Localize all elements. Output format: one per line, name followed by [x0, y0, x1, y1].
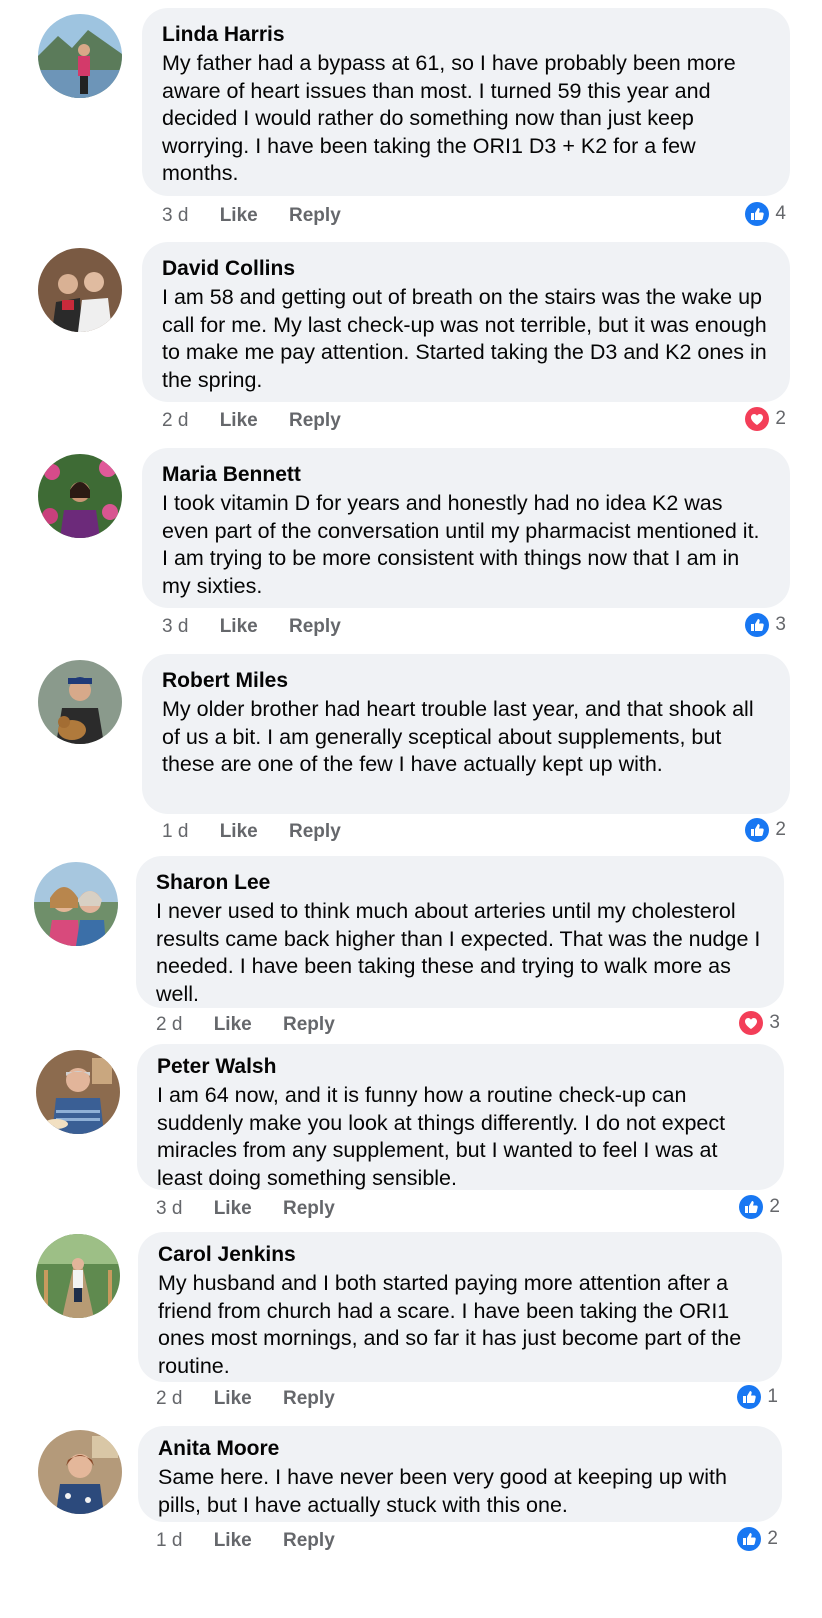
comment-text: I took vitamin D for years and honestly … [162, 491, 760, 598]
avatar-photo [36, 1234, 120, 1318]
reply-button[interactable]: Reply [289, 410, 341, 431]
reaction-count: 3 [775, 614, 786, 635]
like-button[interactable]: Like [214, 1014, 252, 1035]
reaction-summary[interactable]: 4 [745, 201, 786, 227]
comment-time: 1 d [156, 1530, 183, 1551]
comment-actions: 3 d Like Reply [162, 203, 367, 229]
comment-time: 2 d [156, 1014, 183, 1035]
comment-time: 3 d [162, 205, 189, 226]
comment-actions: 3 d Like Reply [156, 1196, 361, 1222]
avatar[interactable] [38, 248, 122, 332]
reaction-count: 1 [767, 1386, 778, 1407]
reaction-count: 3 [769, 1012, 780, 1033]
reaction-count: 2 [767, 1528, 778, 1549]
reaction-summary[interactable]: 1 [737, 1384, 778, 1410]
reply-button[interactable]: Reply [283, 1014, 335, 1035]
comment-time: 2 d [156, 1388, 183, 1409]
comment-bubble: David Collins I am 58 and getting out of… [142, 242, 790, 402]
avatar[interactable] [34, 862, 118, 946]
comment-bubble: Sharon Lee I never used to think much ab… [136, 856, 784, 1008]
comment-actions: 2 d Like Reply [162, 408, 367, 434]
comment-actions: 2 d Like Reply [156, 1386, 361, 1412]
comment-bubble: Carol Jenkins My husband and I both star… [138, 1232, 782, 1382]
reply-button[interactable]: Reply [289, 205, 341, 226]
like-button[interactable]: Like [220, 821, 258, 842]
avatar[interactable] [38, 660, 122, 744]
avatar[interactable] [36, 1050, 120, 1134]
avatar-photo [38, 248, 122, 332]
like-icon [737, 1527, 762, 1551]
avatar-photo [38, 454, 122, 538]
comment-author[interactable]: David Collins [162, 254, 770, 284]
reply-button[interactable]: Reply [289, 616, 341, 637]
comment-time: 3 d [156, 1198, 183, 1219]
avatar[interactable] [36, 1234, 120, 1318]
reaction-count: 2 [769, 1196, 780, 1217]
reaction-summary[interactable]: 3 [739, 1010, 780, 1036]
like-button[interactable]: Like [214, 1198, 252, 1219]
comment-bubble: Peter Walsh I am 64 now, and it is funny… [137, 1044, 784, 1190]
like-icon [745, 818, 770, 842]
like-icon [745, 202, 770, 226]
like-button[interactable]: Like [220, 205, 258, 226]
like-button[interactable]: Like [214, 1530, 252, 1551]
comment-bubble: Maria Bennett I took vitamin D for years… [142, 448, 790, 608]
comment-text: My older brother had heart trouble last … [162, 697, 754, 776]
avatar-photo [38, 14, 122, 98]
like-icon [737, 1385, 762, 1409]
comment-text: I am 64 now, and it is funny how a routi… [157, 1083, 726, 1190]
comment-author[interactable]: Sharon Lee [156, 868, 764, 898]
reply-button[interactable]: Reply [283, 1388, 335, 1409]
reaction-summary[interactable]: 2 [745, 406, 786, 432]
comment-author[interactable]: Anita Moore [158, 1434, 762, 1464]
love-icon [745, 407, 770, 431]
reply-button[interactable]: Reply [283, 1198, 335, 1219]
comment-author[interactable]: Linda Harris [162, 20, 770, 50]
like-button[interactable]: Like [220, 410, 258, 431]
comment-time: 1 d [162, 821, 189, 842]
avatar-photo [38, 660, 122, 744]
comment-time: 3 d [162, 616, 189, 637]
comment-text: My husband and I both started paying mor… [158, 1271, 742, 1378]
comment-bubble: Robert Miles My older brother had heart … [142, 654, 790, 814]
comment-text: I never used to think much about arterie… [156, 899, 761, 1006]
avatar[interactable] [38, 14, 122, 98]
comment-text: Same here. I have never been very good a… [158, 1465, 727, 1517]
comment-bubble: Linda Harris My father had a bypass at 6… [142, 8, 790, 196]
comment-actions: 2 d Like Reply [156, 1012, 361, 1038]
avatar[interactable] [38, 454, 122, 538]
reaction-count: 4 [775, 203, 786, 224]
like-icon [739, 1195, 764, 1219]
love-icon [739, 1011, 764, 1035]
like-icon [745, 613, 770, 637]
reply-button[interactable]: Reply [283, 1530, 335, 1551]
comment-text: I am 58 and getting out of breath on the… [162, 285, 767, 392]
comment-actions: 3 d Like Reply [162, 614, 367, 640]
comment-author[interactable]: Robert Miles [162, 666, 770, 696]
comment-actions: 1 d Like Reply [156, 1528, 361, 1554]
comment-thread: Linda Harris My father had a bypass at 6… [0, 0, 822, 1618]
avatar-photo [36, 1050, 120, 1134]
comment-author[interactable]: Peter Walsh [157, 1052, 764, 1082]
like-button[interactable]: Like [214, 1388, 252, 1409]
reply-button[interactable]: Reply [289, 821, 341, 842]
avatar-photo [34, 862, 118, 946]
comment-text: My father had a bypass at 61, so I have … [162, 51, 736, 185]
comment-bubble: Anita Moore Same here. I have never been… [138, 1426, 782, 1522]
reaction-summary[interactable]: 2 [737, 1526, 778, 1552]
avatar-photo [38, 1430, 122, 1514]
reaction-summary[interactable]: 2 [739, 1194, 780, 1220]
comment-author[interactable]: Carol Jenkins [158, 1240, 762, 1270]
reaction-summary[interactable]: 3 [745, 612, 786, 638]
reaction-count: 2 [775, 408, 786, 429]
comment-time: 2 d [162, 410, 189, 431]
reaction-summary[interactable]: 2 [745, 817, 786, 843]
reaction-count: 2 [775, 819, 786, 840]
like-button[interactable]: Like [220, 616, 258, 637]
comment-author[interactable]: Maria Bennett [162, 460, 770, 490]
avatar[interactable] [38, 1430, 122, 1514]
comment-actions: 1 d Like Reply [162, 819, 367, 845]
